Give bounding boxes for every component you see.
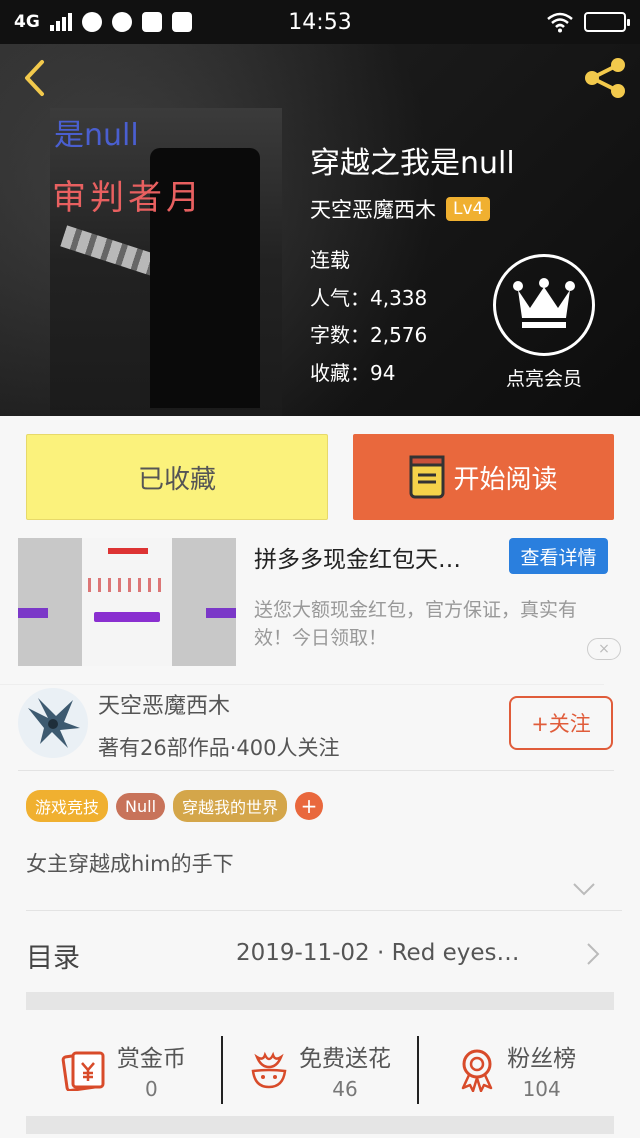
network-type: 4G bbox=[14, 12, 40, 32]
level-badge: Lv4 bbox=[446, 197, 491, 221]
reward-coins-button[interactable]: 赏金币 0 bbox=[26, 1036, 221, 1104]
view-details-label: 查看详情 bbox=[520, 546, 597, 569]
ad-image-panel bbox=[82, 538, 172, 666]
book-header: 是null 审判者月 穿越之我是null 天空恶魔西木 Lv4 连载 人气：4,… bbox=[0, 44, 640, 416]
section-separator bbox=[26, 992, 614, 1010]
book-title: 穿越之我是null bbox=[310, 146, 515, 181]
tag-list: 游戏竞技 Null 穿越我的世界 + bbox=[26, 790, 324, 822]
author-meta: 著有26部作品·400人关注 bbox=[98, 736, 340, 760]
book-cover: 是null 审判者月 bbox=[50, 108, 282, 416]
latest-chapter: 2019-11-02 · Red eyes… bbox=[236, 940, 520, 966]
cover-text-top: 是null bbox=[54, 118, 139, 153]
status-bar: 4G 14:53 bbox=[0, 0, 640, 44]
ad-image-calendar bbox=[88, 578, 168, 592]
share-icon bbox=[585, 58, 625, 98]
ad-image-button bbox=[94, 612, 160, 622]
tag-game-competition[interactable]: 游戏竞技 bbox=[26, 790, 109, 822]
ad-close-button[interactable]: × bbox=[587, 638, 621, 660]
free-flowers-label: 免费送花 bbox=[299, 1046, 391, 1072]
ad-image-heading bbox=[108, 548, 148, 554]
close-icon: × bbox=[598, 641, 610, 657]
follow-label: +关注 bbox=[531, 712, 591, 736]
divider bbox=[18, 770, 614, 771]
battery-icon bbox=[584, 12, 630, 32]
favorites-stat: 收藏：94 bbox=[310, 360, 396, 385]
word-count-stat: 字数：2,576 bbox=[310, 323, 428, 347]
status-left: 4G bbox=[14, 12, 192, 32]
book-description: 女主穿越成him的手下 bbox=[26, 852, 234, 876]
cat-app-icon bbox=[111, 12, 132, 32]
author-section-name[interactable]: 天空恶魔西木 bbox=[98, 688, 230, 720]
flower-icon bbox=[251, 1051, 287, 1089]
ad-title[interactable]: 拼多多现金红包天… bbox=[254, 540, 498, 574]
tag-minecraft-transmigration[interactable]: 穿越我的世界 bbox=[173, 790, 288, 822]
ad-description: 送您大额现金红包，官方保证，真实有效！今日领取！ bbox=[254, 599, 578, 649]
book-icon bbox=[409, 455, 445, 499]
free-flowers-value: 46 bbox=[332, 1077, 358, 1101]
book-detail-content: 已收藏 开始阅读 拼多多现金红包天… 查看详情 送您大额现金红包，官方保证，真实… bbox=[0, 416, 640, 1138]
start-reading-label: 开始阅读 bbox=[453, 464, 558, 495]
fan-ranking-button[interactable]: 粉丝榜 104 bbox=[417, 1036, 614, 1104]
serial-status: 连载 bbox=[310, 248, 350, 272]
view-details-button[interactable]: 查看详情 bbox=[509, 538, 608, 574]
free-flowers-button[interactable]: 免费送花 46 bbox=[220, 1036, 418, 1104]
interaction-stats: 赏金币 0 免费送花 46 粉丝榜 104 bbox=[26, 1026, 614, 1114]
vip-button[interactable]: 点亮会员 bbox=[493, 254, 595, 391]
popularity-stat: 人气：4,338 bbox=[310, 285, 428, 310]
start-reading-button[interactable]: 开始阅读 bbox=[353, 434, 614, 520]
ad-image[interactable] bbox=[18, 538, 236, 666]
red-envelope-icon bbox=[61, 1051, 105, 1091]
follow-button[interactable]: +关注 bbox=[509, 696, 613, 750]
collected-label: 已收藏 bbox=[137, 464, 216, 495]
back-button[interactable] bbox=[14, 58, 54, 98]
vip-label: 点亮会员 bbox=[505, 368, 582, 390]
cover-text-main: 审判者月 bbox=[52, 178, 204, 218]
table-of-contents-row[interactable]: 目录 2019-11-02 · Red eyes… bbox=[26, 928, 614, 982]
toc-label: 目录 bbox=[26, 942, 80, 974]
signal-icon bbox=[49, 13, 72, 31]
collected-button[interactable]: 已收藏 bbox=[26, 434, 328, 520]
wifi-icon bbox=[547, 12, 573, 33]
tag-null[interactable]: Null bbox=[116, 792, 166, 820]
divider bbox=[0, 684, 604, 685]
avatar[interactable] bbox=[18, 688, 88, 758]
divider bbox=[26, 910, 622, 911]
chevron-down-icon[interactable] bbox=[572, 882, 596, 896]
ad-image-left-bar bbox=[18, 608, 48, 618]
add-tag-button[interactable]: + bbox=[295, 792, 324, 820]
free-flowers-text: 免费送花 46 bbox=[299, 1039, 391, 1101]
fan-ranking-label: 粉丝榜 bbox=[507, 1046, 577, 1072]
dragon-avatar-icon bbox=[28, 698, 80, 748]
book-stats: 连载 人气：4,338 字数：2,576 收藏：94 bbox=[310, 242, 427, 392]
author-name[interactable]: 天空恶魔西木 bbox=[310, 194, 436, 224]
browser-app-icon bbox=[81, 12, 102, 32]
share-button[interactable] bbox=[580, 56, 630, 100]
section-separator bbox=[26, 1116, 614, 1134]
reward-coins-value: 0 bbox=[144, 1077, 158, 1101]
award-ribbon-icon bbox=[461, 1049, 493, 1092]
s-app-icon bbox=[141, 12, 162, 32]
vip-badge bbox=[493, 254, 595, 356]
reward-coins-label: 赏金币 bbox=[116, 1046, 186, 1072]
reward-coins-text: 赏金币 0 bbox=[117, 1039, 186, 1101]
status-right bbox=[546, 11, 630, 33]
chevron-right-icon bbox=[587, 943, 600, 965]
fan-ranking-text: 粉丝榜 104 bbox=[507, 1039, 576, 1101]
crown-icon bbox=[513, 278, 575, 328]
fan-ranking-value: 104 bbox=[522, 1077, 561, 1101]
mail-app-icon bbox=[171, 12, 192, 32]
author-row: 天空恶魔西木 Lv4 bbox=[310, 194, 491, 224]
ad-image-right-bar bbox=[206, 608, 236, 618]
chevron-left-icon bbox=[25, 60, 44, 96]
